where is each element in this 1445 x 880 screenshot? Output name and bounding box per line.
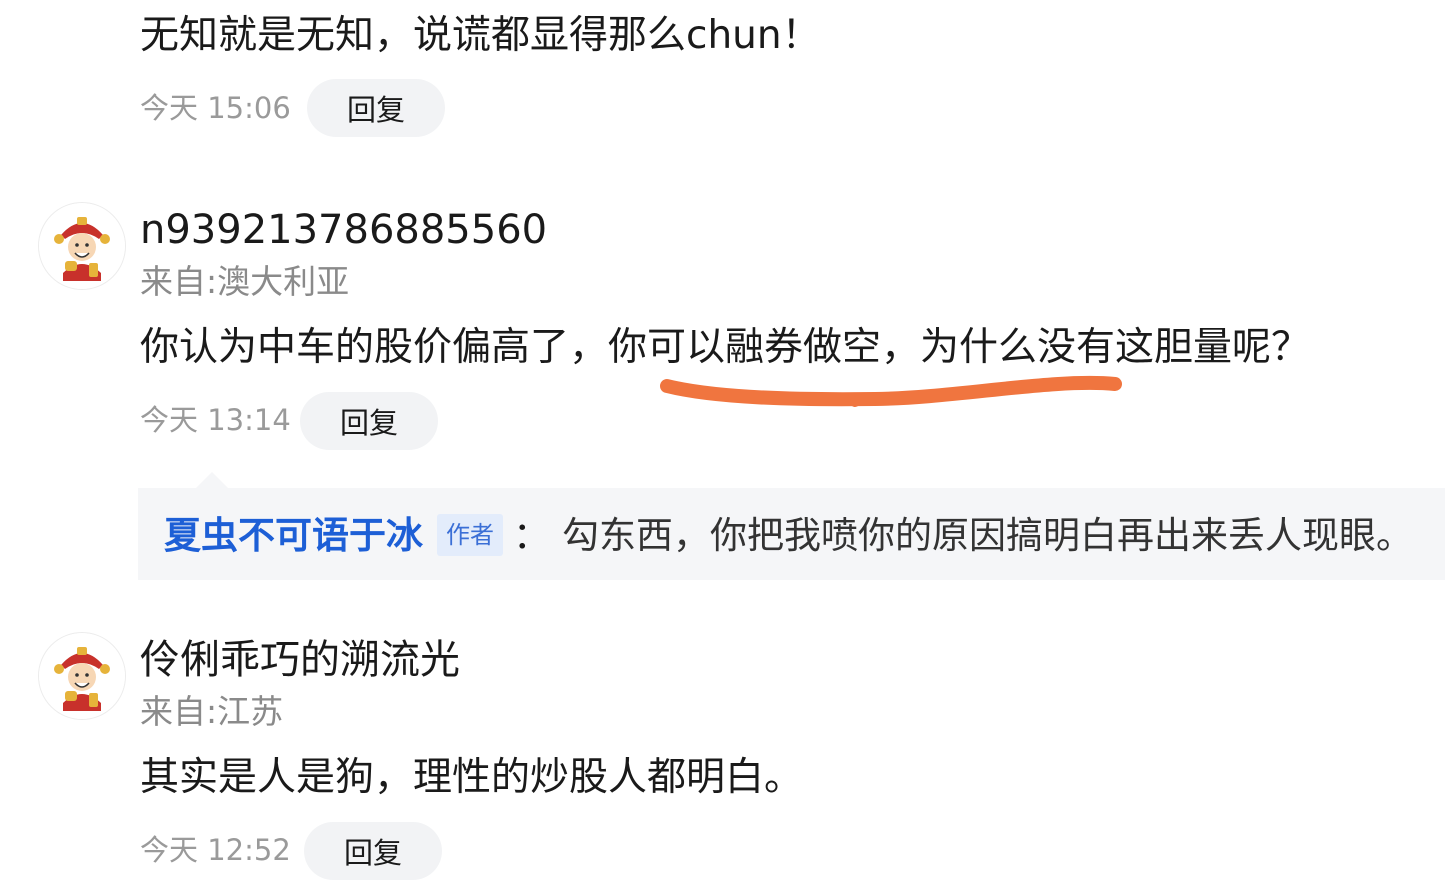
comment-time: 今天 13:14 xyxy=(140,403,291,437)
author-badge: 作者 xyxy=(437,514,503,556)
caishen-avatar-icon[interactable] xyxy=(38,202,126,290)
sub-reply-author[interactable]: 夏虫不可语于冰 xyxy=(164,517,423,554)
sub-reply-separator: ： xyxy=(513,513,550,557)
reply-button[interactable]: 回复 xyxy=(304,822,442,880)
user-location: 来自:江苏 xyxy=(140,692,284,731)
sub-reply-text: 勾东西，你把我喷你的原因搞明白再出来丢人现眼。 xyxy=(562,513,1413,557)
sub-reply[interactable]: 夏虫不可语于冰 作者 ： 勾东西，你把我喷你的原因搞明白再出来丢人现眼。 xyxy=(138,488,1445,580)
comment-text: 你认为中车的股价偏高了，你可以融券做空，为什么没有这胆量呢？ xyxy=(140,325,1311,370)
reply-button[interactable]: 回复 xyxy=(307,79,445,137)
caishen-avatar-icon[interactable] xyxy=(38,632,126,720)
underline-annotation xyxy=(660,375,1122,407)
reply-button[interactable]: 回复 xyxy=(300,392,438,450)
username[interactable]: 伶俐乖巧的溯流光 xyxy=(140,640,460,680)
user-location: 来自:澳大利亚 xyxy=(140,262,350,301)
comment-text: 其实是人是狗，理性的炒股人都明白。 xyxy=(140,755,804,800)
comment-time: 今天 12:52 xyxy=(140,833,291,867)
username[interactable]: n939213786885560 xyxy=(140,210,547,250)
sub-reply-pointer xyxy=(196,472,228,488)
comment-time: 今天 15:06 xyxy=(140,91,291,125)
comment-text: 无知就是无知，说谎都显得那么chun！ xyxy=(140,13,821,58)
